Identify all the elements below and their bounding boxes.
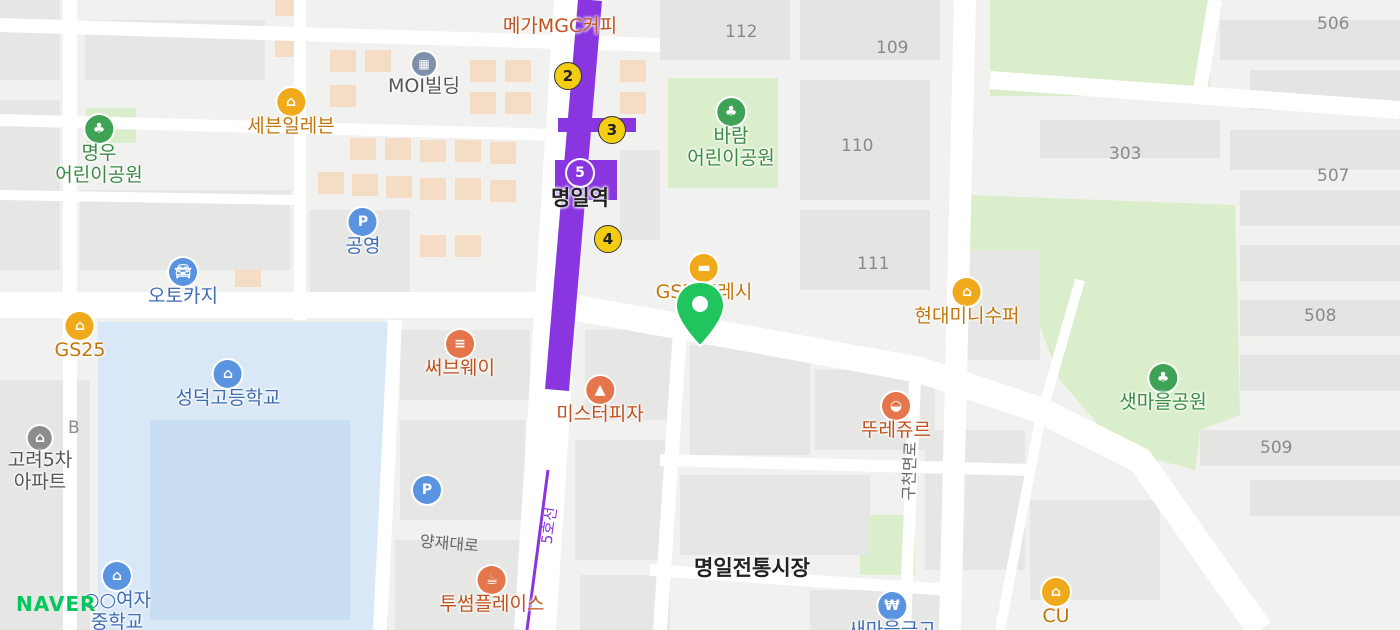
- poi-label: 공영: [345, 235, 381, 257]
- shopping-basket-icon: ⌂: [277, 88, 305, 116]
- subway-station[interactable]: 5 명일역: [551, 160, 609, 210]
- building-number: 110: [841, 136, 874, 156]
- shopping-basket-icon: ⌂: [952, 278, 981, 306]
- poi-label: 오토카지: [148, 285, 218, 307]
- bread-icon: ◒: [881, 392, 910, 420]
- poi-label: 투썸플레이스: [439, 593, 545, 615]
- poi-park[interactable]: ♣ 샛마을공원: [1119, 364, 1207, 414]
- pizza-icon: ▲: [586, 376, 614, 404]
- poi-parking[interactable]: P 공영: [345, 208, 381, 258]
- station-name: 명일역: [551, 186, 609, 210]
- line-badge: 5: [567, 160, 593, 186]
- poi-supermarket[interactable]: ⌂ 현대미니수퍼: [914, 278, 1020, 328]
- tree-icon: ♣: [1149, 364, 1177, 392]
- naver-logo: NAVER: [16, 592, 97, 616]
- poi-bakery[interactable]: ◒ 뚜레쥬르: [861, 392, 931, 442]
- poi-label: 명우 어린이공원: [55, 142, 143, 186]
- station-exit[interactable]: 3: [598, 116, 626, 144]
- poi-parking[interactable]: P: [413, 476, 441, 504]
- building-number: 507: [1317, 166, 1350, 186]
- shopping-basket-icon: ⌂: [1042, 578, 1070, 606]
- school-icon: ⌂: [103, 562, 131, 590]
- road-label: 양재대로: [419, 531, 480, 556]
- poi-building[interactable]: ▦ MOI빌딩: [388, 52, 460, 98]
- school-icon: ⌂: [213, 360, 242, 388]
- location-marker-icon[interactable]: [674, 280, 726, 354]
- station-exit[interactable]: 2: [554, 62, 582, 90]
- parking-icon: P: [349, 208, 377, 236]
- poi-label: 명일전통시장: [694, 556, 810, 580]
- poi-label: 미스터피자: [556, 403, 644, 425]
- apartment-icon: ⌂: [28, 426, 52, 450]
- road-label: 구천면로: [898, 441, 921, 501]
- poi-label: 뚜레쥬르: [861, 419, 931, 441]
- poi-label: CU: [1042, 605, 1070, 627]
- poi-restaurant[interactable]: ≡ 써브웨이: [425, 330, 495, 380]
- building-number: 303: [1109, 144, 1142, 164]
- poi-park[interactable]: ♣ 바람 어린이공원: [687, 98, 775, 170]
- building-number: 508: [1304, 306, 1337, 326]
- poi-car-service[interactable]: 🚘︎ 오토카지: [148, 258, 218, 308]
- building-number: 109: [876, 38, 909, 58]
- building-number: 111: [857, 254, 890, 274]
- poi-label: 메가MGC커피: [502, 15, 618, 37]
- coffee-cup-icon: ☕︎: [477, 566, 506, 594]
- poi-convenience-store[interactable]: ⌂ GS25: [54, 312, 106, 362]
- parking-icon: P: [413, 476, 441, 504]
- poi-label: 현대미니수퍼: [914, 305, 1020, 327]
- poi-market[interactable]: 명일전통시장: [694, 556, 810, 580]
- poi-label: GS25: [54, 339, 106, 361]
- building-number: 509: [1260, 438, 1293, 458]
- poi-label: 써브웨이: [425, 357, 495, 379]
- cart-icon: ▬: [690, 254, 718, 282]
- station-exit[interactable]: 4: [594, 225, 622, 253]
- poi-bank[interactable]: ₩ 새마을금고: [848, 592, 936, 630]
- building-number: 112: [725, 22, 758, 42]
- shopping-basket-icon: ⌂: [66, 312, 94, 340]
- poi-label: 샛마을공원: [1119, 391, 1207, 413]
- poi-school[interactable]: ⌂ 성덕고등학교: [175, 360, 281, 410]
- poi-label: 고려5차 아파트: [7, 449, 73, 493]
- school-field: [150, 420, 350, 620]
- poi-label: MOI빌딩: [388, 75, 460, 97]
- poi-label: 바람 어린이공원: [687, 125, 775, 169]
- poi-cafe[interactable]: ☕︎ 투썸플레이스: [439, 566, 545, 616]
- poi-convenience-store[interactable]: ⌂ 세븐일레븐: [247, 88, 335, 138]
- poi-park[interactable]: ♣ 명우 어린이공원: [55, 115, 143, 187]
- burger-icon: ≡: [445, 330, 474, 358]
- poi-convenience-store[interactable]: ⌂ CU: [1042, 578, 1070, 628]
- poi-restaurant[interactable]: ▲ 미스터피자: [556, 376, 644, 426]
- car-icon: 🚘︎: [168, 258, 197, 286]
- poi-label: 성덕고등학교: [175, 387, 281, 409]
- bank-icon: ₩: [878, 592, 906, 620]
- poi-cafe[interactable]: 메가MGC커피: [502, 15, 618, 38]
- tree-icon: ♣: [717, 98, 745, 126]
- tree-icon: ♣: [85, 115, 113, 143]
- map-canvas[interactable]: 112 109 110 111 303 506 507 508 509 B 양재…: [0, 0, 1400, 630]
- poi-label: 새마을금고: [848, 619, 936, 630]
- poi-label: 세븐일레븐: [247, 115, 335, 137]
- building-icon: ▦: [411, 52, 436, 76]
- building-number: 506: [1317, 14, 1350, 34]
- poi-apartment[interactable]: ⌂ 고려5차 아파트: [7, 426, 73, 494]
